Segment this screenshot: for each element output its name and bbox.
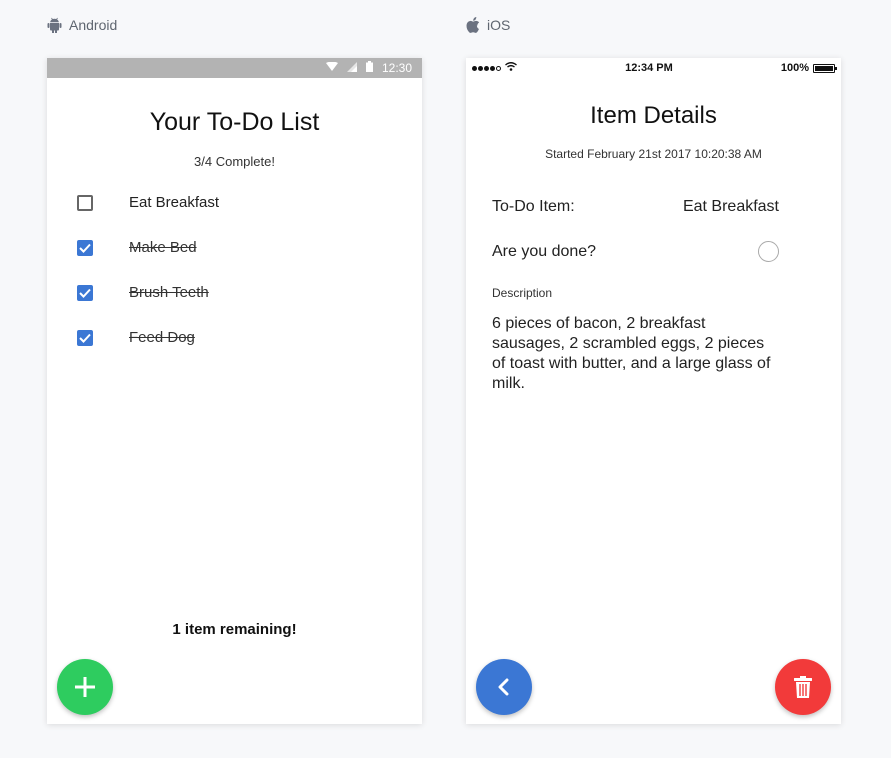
todo-list-title: Your To-Do List (149, 108, 320, 136)
android-status-bar: 12:30 (47, 58, 422, 78)
todo-item-row: To-Do Item: Eat Breakfast (492, 198, 779, 216)
todo-item-feed-dog[interactable]: Feed Dog (77, 315, 402, 360)
android-device-screen: 12:30 Your To-Do List 3/4 Complete! Eat … (47, 58, 422, 724)
todo-item-label: Eat Breakfast (129, 194, 220, 211)
android-icon (47, 17, 62, 33)
ios-device-screen: 12:34 PM 100% Item Details Started Febru… (466, 58, 841, 724)
done-label: Are you done? (492, 242, 597, 260)
cell-signal-icon (472, 65, 501, 71)
plus-icon (75, 677, 95, 697)
done-row: Are you done? (492, 241, 779, 262)
ios-status-bar: 12:34 PM 100% (466, 58, 841, 78)
battery-percent: 100% (780, 62, 809, 74)
description-label: Description (492, 286, 553, 300)
trash-icon (794, 676, 812, 698)
done-toggle[interactable] (758, 241, 779, 262)
todo-item-eat-breakfast[interactable]: Eat Breakfast (77, 180, 402, 225)
checkbox-unchecked[interactable] (77, 194, 93, 211)
todo-list: Eat Breakfast Make Bed Brush Teeth Feed … (77, 180, 402, 360)
checkmark-icon (79, 333, 91, 343)
battery-icon (365, 61, 373, 75)
todo-item-value: Eat Breakfast (682, 198, 779, 215)
todo-item-make-bed[interactable]: Make Bed (77, 225, 402, 270)
description-text: 6 pieces of bacon, 2 breakfast sausages,… (492, 315, 771, 392)
back-button[interactable] (476, 659, 532, 715)
todo-item-label: To-Do Item: (492, 198, 575, 215)
checkbox-checked[interactable] (77, 329, 93, 346)
ios-platform-label: iOS (466, 17, 510, 33)
ios-status-time: 12:34 PM (625, 62, 673, 74)
wifi-icon (325, 61, 338, 75)
checkmark-icon (79, 243, 91, 253)
cell-signal-icon (346, 61, 357, 75)
android-status-time: 12:30 (381, 61, 412, 75)
wifi-icon (505, 62, 517, 74)
items-remaining-text: 1 item remaining! (172, 621, 297, 638)
checkbox-checked[interactable] (77, 284, 93, 301)
checkbox-checked[interactable] (77, 239, 93, 256)
checkmark-icon (79, 288, 91, 298)
todo-progress-text: 3/4 Complete! (194, 154, 275, 169)
todo-item-brush-teeth[interactable]: Brush Teeth (77, 270, 402, 315)
item-details-title: Item Details (590, 102, 717, 129)
todo-item-label: Make Bed (129, 239, 197, 256)
started-timestamp: Started February 21st 2017 10:20:38 AM (545, 147, 762, 161)
chevron-left-icon (498, 678, 509, 696)
android-platform-label: Android (47, 17, 117, 33)
ios-label-text: iOS (487, 17, 511, 33)
delete-item-button[interactable] (775, 659, 831, 715)
todo-item-label: Feed Dog (129, 329, 195, 346)
battery-icon (813, 63, 837, 73)
apple-icon (466, 17, 480, 33)
todo-item-label: Brush Teeth (129, 284, 209, 301)
add-item-button[interactable] (57, 659, 113, 715)
android-label-text: Android (69, 17, 118, 33)
